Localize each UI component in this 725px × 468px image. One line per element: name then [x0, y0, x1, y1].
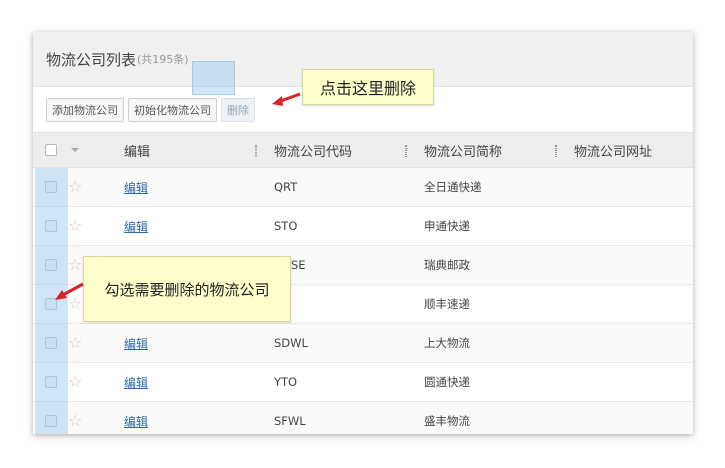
star-icon[interactable]: ☆	[68, 218, 82, 234]
cell-code: QRT	[274, 180, 298, 194]
table-header: 编辑 物流公司代码 物流公司简称 物流公司网址	[33, 132, 693, 168]
delete-tip-text: 点击这里删除	[319, 79, 416, 98]
star-icon[interactable]: ☆	[68, 374, 82, 390]
table-row: ☆ 编辑 SFWL 盛丰物流	[33, 402, 693, 434]
header-edit: 编辑	[124, 144, 151, 160]
edit-link[interactable]: 编辑	[124, 374, 148, 391]
select-tip-text: 勾选需要删除的物流公司	[104, 280, 270, 299]
cell-code: SDWL	[274, 336, 308, 350]
arrow-icon	[272, 92, 301, 106]
cell-code: STO	[274, 219, 298, 233]
table-row: ☆ 编辑 YTO 圆通快递	[33, 363, 693, 402]
header-name[interactable]: 物流公司简称	[424, 141, 502, 160]
cell-code: SE	[291, 258, 306, 272]
cell-code: YTO	[274, 375, 298, 389]
delete-tip-callout: 点击这里删除	[302, 69, 434, 105]
record-count: (共195条)	[137, 53, 189, 66]
star-icon[interactable]: ☆	[68, 413, 82, 429]
table-row: ☆ 编辑 QRT 全日通快递	[33, 168, 693, 207]
add-logistics-button[interactable]: 添加物流公司	[46, 97, 124, 122]
cell-name: 瑞典邮政	[424, 258, 470, 272]
table-row: ☆ 编辑 STO 申通快递	[33, 207, 693, 246]
edit-link[interactable]: 编辑	[124, 218, 148, 235]
column-resize-handle[interactable]	[255, 145, 257, 157]
cell-name: 盛丰物流	[424, 414, 470, 428]
table-row: ☆ 编辑 SDWL 上大物流	[33, 324, 693, 363]
init-logistics-button[interactable]: 初始化物流公司	[128, 97, 217, 122]
cell-code: SFWL	[274, 414, 306, 428]
arrow-icon	[55, 282, 84, 300]
edit-link[interactable]: 编辑	[124, 413, 148, 430]
select-tip-callout: 勾选需要删除的物流公司	[83, 256, 291, 322]
header-url[interactable]: 物流公司网址	[574, 141, 652, 160]
cell-name: 上大物流	[424, 336, 470, 350]
delete-highlight	[192, 61, 235, 95]
star-icon[interactable]: ☆	[68, 335, 82, 351]
page-title: 物流公司列表	[46, 50, 137, 69]
star-icon[interactable]: ☆	[68, 179, 82, 195]
column-resize-handle[interactable]	[405, 145, 407, 157]
cell-name: 全日通快递	[424, 180, 482, 194]
cell-name: 圆通快递	[424, 375, 470, 389]
cell-name: 顺丰速递	[424, 297, 470, 311]
chevron-down-icon[interactable]	[71, 148, 79, 152]
header-code[interactable]: 物流公司代码	[274, 141, 352, 160]
select-all-checkbox[interactable]	[45, 144, 57, 156]
edit-link[interactable]: 编辑	[124, 335, 148, 352]
column-resize-handle[interactable]	[555, 145, 557, 157]
cell-name: 申通快递	[424, 219, 470, 233]
delete-button[interactable]: 删除	[221, 97, 255, 122]
star-icon[interactable]: ☆	[68, 257, 82, 273]
edit-link[interactable]: 编辑	[124, 179, 148, 196]
